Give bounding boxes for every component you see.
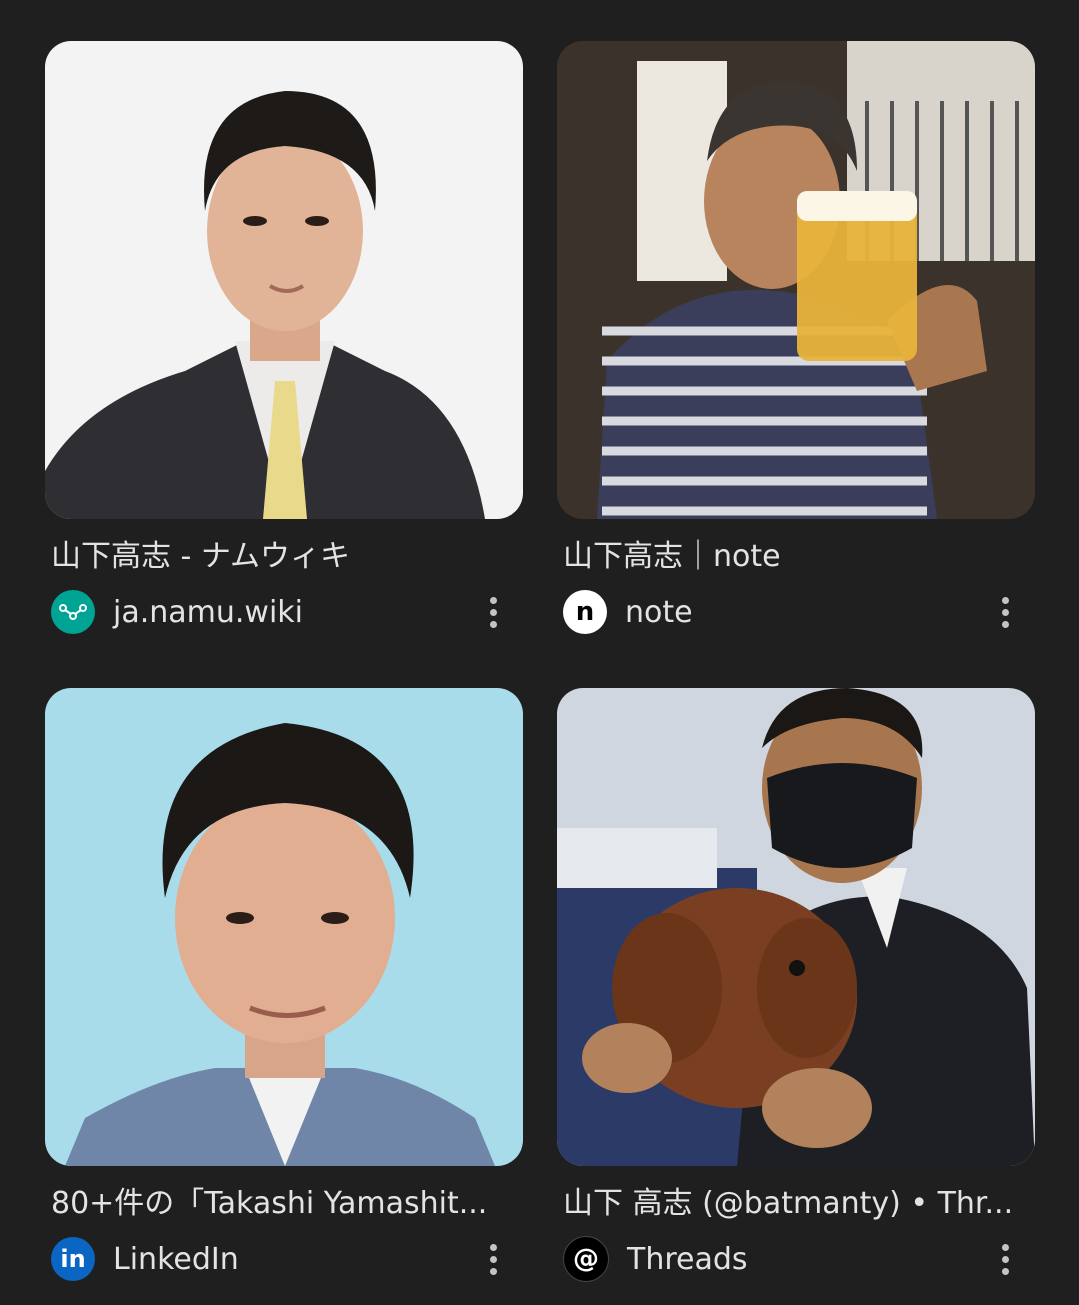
result-title[interactable]: 80+件の「Takashi Yamashit...: [45, 1184, 523, 1224]
result-thumbnail[interactable]: [45, 41, 523, 519]
source-row[interactable]: in LinkedIn: [45, 1234, 523, 1284]
result-card[interactable]: 山下高志｜note n note: [557, 41, 1035, 637]
result-card[interactable]: 山下高志 - ナムウィキ ja.namu.wiki: [45, 41, 523, 637]
portrait-image: [45, 41, 523, 519]
source-name: ja.namu.wiki: [113, 594, 304, 630]
result-thumbnail[interactable]: [45, 688, 523, 1166]
threads-icon: @: [563, 1236, 609, 1282]
note-icon: n: [563, 590, 607, 634]
more-options-icon[interactable]: [473, 1238, 513, 1280]
source-row[interactable]: ja.namu.wiki: [45, 587, 523, 637]
man-drinking-beer-image: [557, 41, 1035, 519]
linkedin-icon: in: [51, 1237, 95, 1281]
result-title[interactable]: 山下高志｜note: [557, 537, 1035, 577]
source-row[interactable]: n note: [557, 587, 1035, 637]
result-card[interactable]: 80+件の「Takashi Yamashit... in LinkedIn: [45, 688, 523, 1284]
result-title[interactable]: 山下高志 - ナムウィキ: [45, 537, 523, 577]
source-row[interactable]: @ Threads: [557, 1234, 1035, 1284]
source-name: note: [625, 594, 693, 630]
result-thumbnail[interactable]: [557, 41, 1035, 519]
result-thumbnail[interactable]: [557, 688, 1035, 1166]
more-options-icon[interactable]: [985, 591, 1025, 633]
result-card[interactable]: 山下 高志 (@batmanty) • Thr... @ Threads: [557, 688, 1035, 1284]
man-with-dog-image: [557, 688, 1035, 1166]
result-title[interactable]: 山下 高志 (@batmanty) • Thr...: [557, 1184, 1035, 1224]
source-name: LinkedIn: [113, 1241, 239, 1277]
more-options-icon[interactable]: [985, 1238, 1025, 1280]
source-name: Threads: [627, 1241, 748, 1277]
more-options-icon[interactable]: [473, 591, 513, 633]
portrait-image: [45, 688, 523, 1166]
namu-wiki-icon: [51, 590, 95, 634]
